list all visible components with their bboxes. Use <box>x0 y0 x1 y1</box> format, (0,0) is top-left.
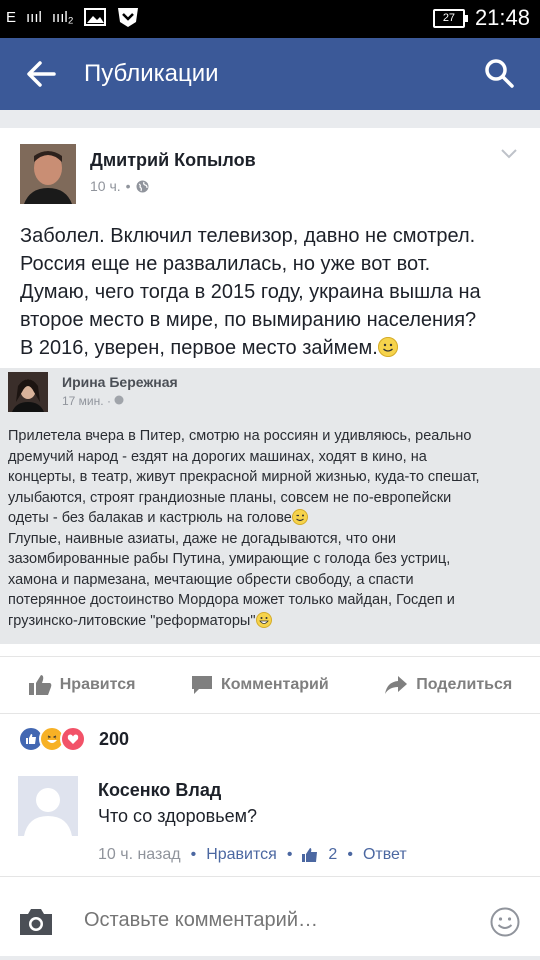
embedded-author: Ирина Бережная <box>62 374 178 390</box>
post-card: Дмитрий Копылов 10 ч. • Заболел. Включил… <box>0 128 540 956</box>
status-right: 27 21:48 <box>432 5 530 31</box>
reactions-summary[interactable]: 200 <box>18 726 129 752</box>
share-label: Поделиться <box>416 676 513 693</box>
thumbs-up-icon <box>28 675 52 695</box>
post-line: Заболел. Включил телевизор, давно не смо… <box>20 225 476 247</box>
comment-reply-link[interactable]: Ответ <box>363 846 407 864</box>
comment-input[interactable] <box>84 909 424 932</box>
post-time[interactable]: 10 ч. <box>90 178 121 194</box>
post-text: Заболел. Включил телевизор, давно не смо… <box>20 222 525 362</box>
embedded-line: дремучий народ - ездят на дорогих машина… <box>8 448 427 465</box>
embedded-text: Прилетела вчера в Питер, смотрю на росси… <box>8 426 536 631</box>
embedded-line: концерты, в театр, живут прекрасной мирн… <box>8 469 480 485</box>
comment-like-count: 2 <box>328 846 338 863</box>
comment-time: 10 ч. назад <box>98 846 181 863</box>
share-arrow-icon <box>385 676 408 694</box>
post-line: Думаю, чего тогда в 2015 году, украина в… <box>20 281 481 303</box>
love-reaction-icon <box>60 726 86 752</box>
like-label: Нравится <box>59 676 136 693</box>
status-left: E ıııl ıııl₂ <box>6 6 140 28</box>
embedded-line: зазомбированные рабы Путина, умирающие с… <box>8 551 451 567</box>
battery-icon: 27 <box>432 8 468 28</box>
commenter-name[interactable]: Косенко Влад <box>98 780 221 801</box>
comment-meta: 10 ч. назад • Нравится • 2 • Ответ <box>98 846 407 864</box>
smile-emoji-icon <box>377 337 398 357</box>
globe-icon <box>136 180 149 192</box>
embedded-line: хамона и пармезана, мечтающие обрести св… <box>8 571 414 588</box>
author-avatar[interactable] <box>20 144 76 204</box>
post-line: второе место в мире, по вымиранию населе… <box>20 309 477 331</box>
embedded-line: улыбаются, строят грандиозные планы, сов… <box>8 489 452 506</box>
embedded-line-smile: одеты - без балакав и кастрюль на голове <box>8 508 536 529</box>
embedded-line: Глупые, наивные азиаты, даже не догадыва… <box>8 530 397 547</box>
thumbs-up-icon <box>302 848 318 862</box>
sim2-signal: ıııl₂ <box>51 8 74 26</box>
commenter-avatar[interactable] <box>18 776 78 836</box>
embedded-screenshot[interactable]: Ирина Бережная 17 мин. · Прилетела вчера… <box>0 368 540 644</box>
embedded-line: потерянное достоинство Мордора может тол… <box>8 592 455 608</box>
post-author[interactable]: Дмитрий Копылов <box>90 150 256 171</box>
comment-icon <box>191 676 212 694</box>
comment-label: Комментарий <box>220 676 329 693</box>
vpn-shield-icon <box>117 8 138 27</box>
status-time: 21:48 <box>474 5 530 30</box>
chevron-down-icon[interactable] <box>500 148 518 160</box>
embedded-line: грузинско-литовские "реформаторы" <box>8 612 256 629</box>
reactions-count: 200 <box>99 728 130 749</box>
share-button[interactable]: Поделиться <box>384 675 512 695</box>
app-bar: Публикации <box>0 38 540 110</box>
arrow-left-icon[interactable] <box>24 58 58 90</box>
like-button[interactable]: Нравится <box>28 674 136 696</box>
comment-text: Что со здоровьем? <box>98 806 257 826</box>
comment-composer <box>0 876 540 957</box>
emoji-icon[interactable] <box>490 907 520 937</box>
search-icon[interactable] <box>484 58 514 88</box>
image-icon <box>83 8 106 26</box>
post-line: В 2016, уверен, первое место займем. <box>20 337 378 359</box>
grin-emoji-icon <box>255 611 272 628</box>
embedded-line-grin: грузинско-литовские "реформаторы" <box>8 611 536 632</box>
comment-like-link[interactable]: Нравится <box>206 846 277 864</box>
page-title: Публикации <box>84 60 219 87</box>
sim1-signal: ıııl <box>26 8 42 26</box>
post-line: Россия еще не развалилась, но уже вот во… <box>20 253 431 275</box>
globe-icon <box>114 395 124 405</box>
post-actions: Нравится Комментарий Поделиться <box>0 656 540 714</box>
post-line-with-smile: В 2016, уверен, первое место займем. <box>20 334 525 362</box>
status-bar: E ıııl ıııl₂ 27 21:48 <box>0 0 540 38</box>
network-label: E <box>6 8 17 26</box>
embedded-time: 17 мин. · <box>62 394 124 408</box>
embedded-avatar <box>8 372 48 412</box>
comment-button[interactable]: Комментарий <box>191 675 329 695</box>
embedded-line: одеты - без балакав и кастрюль на голове <box>8 510 292 526</box>
post-meta: 10 ч. • <box>90 178 149 194</box>
wink-emoji-icon <box>291 509 308 525</box>
embedded-line: Прилетела вчера в Питер, смотрю на росси… <box>8 428 472 444</box>
camera-icon[interactable] <box>18 907 54 937</box>
